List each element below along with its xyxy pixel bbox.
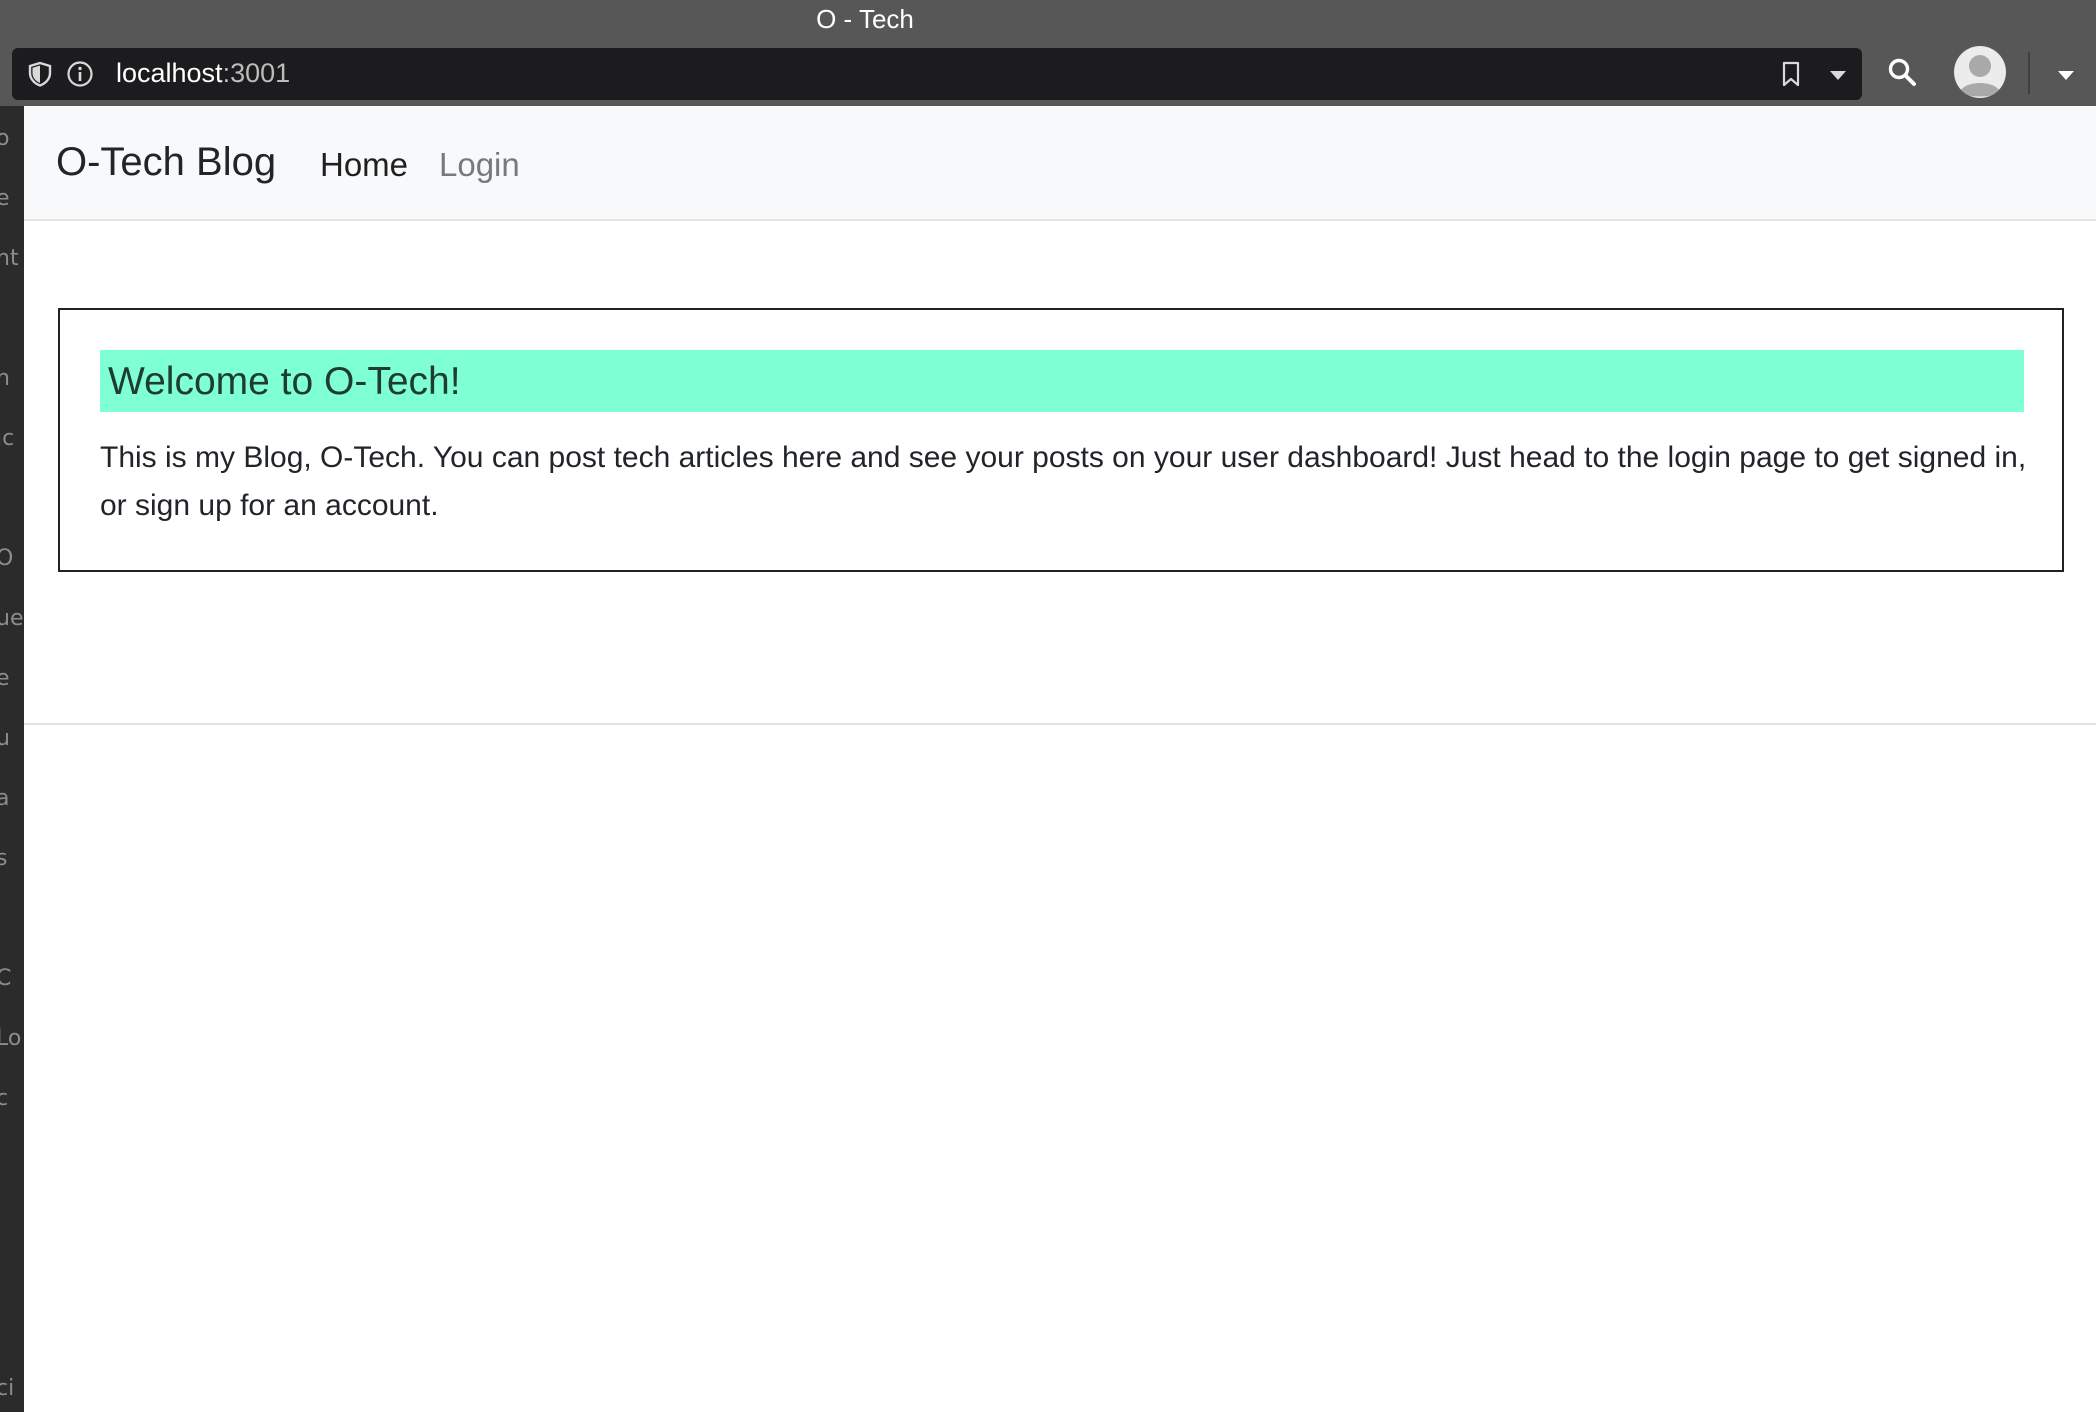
side-fragment: e (0, 186, 10, 211)
user-icon (1955, 47, 2005, 97)
site-brand[interactable]: O-Tech Blog (56, 140, 276, 185)
url-bar[interactable]: localhost:3001 (12, 48, 1862, 100)
info-icon[interactable] (66, 60, 94, 88)
side-fragment: ci (0, 1376, 15, 1401)
toolbar-divider (2028, 52, 2030, 94)
nav-link-login[interactable]: Login (439, 146, 520, 184)
side-fragment: nt (0, 246, 19, 271)
side-fragment: c (0, 1086, 9, 1111)
window-titlebar: O - Tech (0, 0, 2096, 42)
chevron-down-icon[interactable] (1828, 68, 1848, 82)
chevron-down-icon[interactable] (2056, 68, 2076, 82)
side-fragment: ue (0, 606, 24, 631)
welcome-heading: Welcome to O-Tech! (100, 350, 2024, 412)
side-fragment: e (0, 666, 10, 691)
side-fragment: O (0, 546, 14, 571)
side-fragment: u (0, 726, 10, 751)
welcome-text: This is my Blog, O-Tech. You can post te… (100, 441, 2027, 522)
bookmark-icon[interactable] (1778, 60, 1804, 88)
url-port: :3001 (222, 58, 291, 88)
browser-toolbar: localhost:3001 (0, 42, 2096, 106)
window-title: O - Tech (816, 4, 914, 34)
nav-link-home[interactable]: Home (320, 146, 408, 184)
side-fragment: s (0, 846, 8, 871)
welcome-card: Welcome to O-Tech! This is my Blog, O-Te… (58, 308, 2064, 572)
side-fragment: C (0, 966, 12, 991)
avatar[interactable] (1954, 46, 2006, 98)
search-icon[interactable] (1886, 56, 1918, 88)
side-panel-strip: o e nt n ic O ue e u a s C Lo c ci (0, 106, 24, 1412)
shield-icon[interactable] (26, 60, 54, 88)
side-fragment: a (0, 786, 10, 811)
url-text[interactable]: localhost:3001 (116, 58, 290, 89)
side-fragment: o (0, 126, 10, 151)
url-host: localhost (116, 58, 223, 88)
page-viewport: O-Tech Blog Home Login Welcome to O-Tech… (24, 106, 2096, 1412)
side-fragment: n (0, 366, 10, 391)
side-fragment: ic (0, 426, 15, 451)
side-fragment: Lo (0, 1026, 22, 1051)
site-navbar: O-Tech Blog Home Login (24, 106, 2096, 221)
